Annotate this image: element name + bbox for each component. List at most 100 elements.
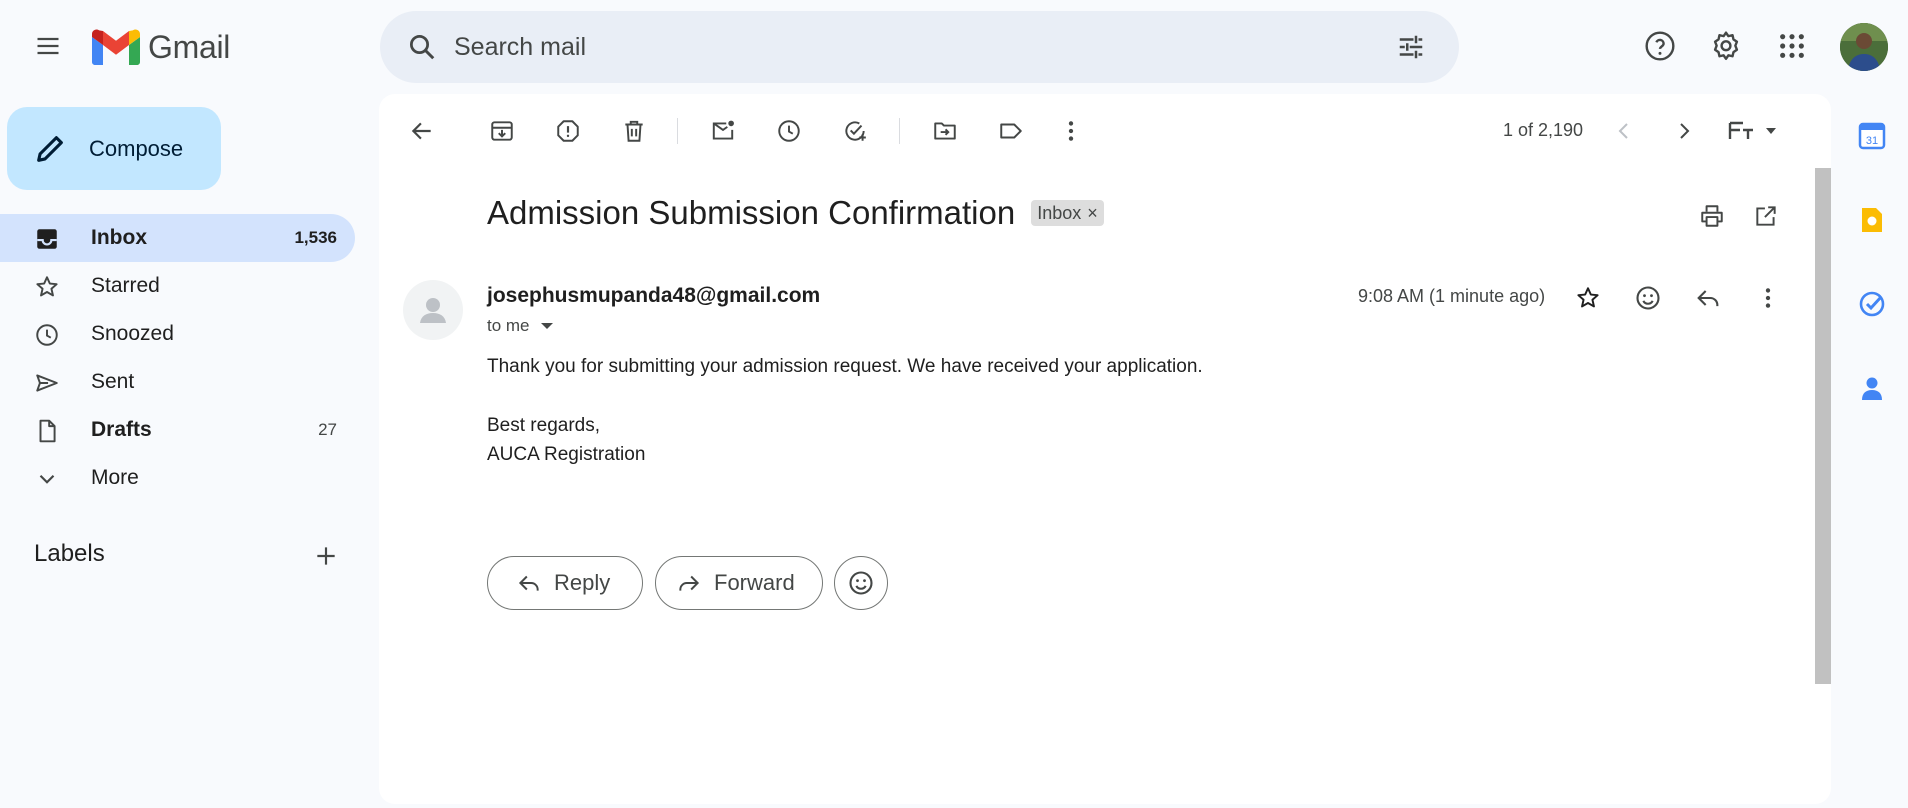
- forward-icon: [679, 575, 700, 591]
- sidebar-item-label: Snoozed: [91, 322, 174, 345]
- sidebar-item-label: Starred: [91, 274, 160, 297]
- main-menu-button[interactable]: [24, 22, 72, 70]
- add-reaction-button[interactable]: [1626, 276, 1670, 320]
- calendar-day: 31: [1866, 135, 1878, 147]
- newer-button[interactable]: [1602, 109, 1646, 153]
- star-button[interactable]: [1566, 276, 1610, 320]
- gmail-logo[interactable]: Gmail: [92, 28, 230, 66]
- back-button[interactable]: [400, 109, 444, 153]
- input-tools-button[interactable]: [1722, 109, 1786, 153]
- sidebar-item-snoozed[interactable]: Snoozed: [0, 310, 355, 358]
- settings-button[interactable]: [1702, 22, 1750, 70]
- move-to-button[interactable]: [923, 109, 967, 153]
- sidebar-item-more[interactable]: More: [0, 454, 355, 502]
- label-badge-text: Inbox: [1037, 202, 1082, 223]
- emoji-reaction-button[interactable]: [834, 556, 888, 610]
- calendar-icon: 31: [1858, 122, 1886, 150]
- search-bar: [380, 11, 1459, 83]
- forward-pill-button[interactable]: Forward: [655, 556, 823, 610]
- top-bar: Gmail: [0, 0, 1908, 94]
- contacts-app-button[interactable]: [1854, 370, 1890, 406]
- message-body-line: Thank you for submitting your admission …: [487, 356, 1203, 377]
- older-button[interactable]: [1662, 109, 1706, 153]
- create-label-button[interactable]: [306, 536, 346, 576]
- sidebar-nav: Inbox 1,536 Starred Snoozed Sent Drafts …: [0, 214, 355, 502]
- sidebar-item-starred[interactable]: Starred: [0, 262, 355, 310]
- labels-button[interactable]: [989, 109, 1033, 153]
- sidebar-item-label: Inbox: [91, 226, 147, 249]
- report-spam-button[interactable]: [546, 109, 590, 153]
- mark-unread-button[interactable]: [701, 109, 745, 153]
- more-actions-button[interactable]: [1049, 109, 1093, 153]
- message-more-button[interactable]: [1746, 276, 1790, 320]
- keep-app-button[interactable]: [1854, 202, 1890, 238]
- person-icon: [420, 298, 446, 323]
- clock-icon: [36, 324, 58, 346]
- google-apps-button[interactable]: [1768, 22, 1816, 70]
- contacts-icon: [1862, 377, 1882, 400]
- forward-label: Forward: [714, 570, 795, 595]
- send-icon: [36, 374, 58, 392]
- compose-button[interactable]: Compose: [7, 107, 221, 190]
- sender-avatar[interactable]: [403, 280, 463, 340]
- open-new-window-button[interactable]: [1746, 196, 1786, 236]
- tune-icon: [1399, 35, 1423, 59]
- subject-row: Admission Submission Confirmation Inbox …: [487, 194, 1104, 232]
- emoji-icon: [849, 571, 873, 595]
- input-tools-icon: [1728, 121, 1776, 139]
- reply-button[interactable]: [1686, 276, 1730, 320]
- remove-label-button[interactable]: ×: [1087, 203, 1098, 224]
- support-button[interactable]: [1636, 22, 1684, 70]
- search-input[interactable]: [454, 32, 1334, 62]
- profile-photo: [1840, 23, 1888, 71]
- add-task-icon: [845, 121, 866, 141]
- archive-icon: [491, 121, 513, 141]
- account-avatar[interactable]: [1840, 23, 1888, 71]
- sidebar-item-sent[interactable]: Sent: [0, 358, 355, 406]
- clock-icon: [778, 120, 800, 142]
- more-vert-icon: [1765, 288, 1771, 308]
- sidebar-item-label: Drafts: [91, 418, 152, 441]
- reply-label: Reply: [554, 570, 611, 595]
- inbox-icon: [37, 229, 57, 249]
- tasks-app-button[interactable]: [1854, 286, 1890, 322]
- hamburger-menu-icon: [37, 37, 59, 55]
- pencil-icon: [37, 135, 63, 162]
- delete-button[interactable]: [612, 109, 656, 153]
- print-icon: [1701, 205, 1723, 227]
- keep-icon: [1862, 208, 1882, 232]
- draft-count: 27: [318, 420, 337, 439]
- sender-email[interactable]: josephusmupanda48@gmail.com: [487, 284, 820, 308]
- scrollbar[interactable]: [1815, 168, 1831, 684]
- add-to-tasks-button[interactable]: [833, 109, 877, 153]
- label-icon: [1000, 123, 1022, 139]
- chevron-right-icon: [1680, 123, 1690, 139]
- chevron-left-icon: [1618, 123, 1628, 139]
- sidebar-item-label: More: [91, 466, 139, 489]
- star-icon: [36, 276, 58, 297]
- app-name: Gmail: [148, 28, 231, 65]
- toolbar-divider: [899, 118, 900, 144]
- snooze-button[interactable]: [767, 109, 811, 153]
- search-options-button[interactable]: [1387, 23, 1435, 71]
- caret-down-icon: [540, 323, 553, 329]
- archive-button[interactable]: [480, 109, 524, 153]
- sidebar-item-drafts[interactable]: Drafts 27: [0, 406, 355, 454]
- compose-label: Compose: [89, 135, 184, 161]
- calendar-app-button[interactable]: 31: [1854, 118, 1890, 154]
- sidebar-item-inbox[interactable]: Inbox 1,536: [0, 214, 355, 262]
- tasks-icon: [1859, 291, 1885, 317]
- label-badge: Inbox ×: [1031, 200, 1104, 226]
- message-body-line: Best regards,: [487, 415, 600, 436]
- toolbar-divider: [677, 118, 678, 144]
- print-all-button[interactable]: [1692, 196, 1732, 236]
- more-vert-icon: [1068, 121, 1074, 141]
- reply-pill-button[interactable]: Reply: [487, 556, 643, 610]
- reply-icon: [1697, 290, 1719, 307]
- help-icon: [1645, 31, 1675, 61]
- arrow-back-icon: [411, 122, 431, 140]
- recipient-label: to me: [487, 316, 530, 335]
- recipient-details[interactable]: to me: [487, 316, 554, 336]
- pagination-status: 1 of 2,190: [1503, 120, 1584, 140]
- search-button[interactable]: [398, 23, 446, 71]
